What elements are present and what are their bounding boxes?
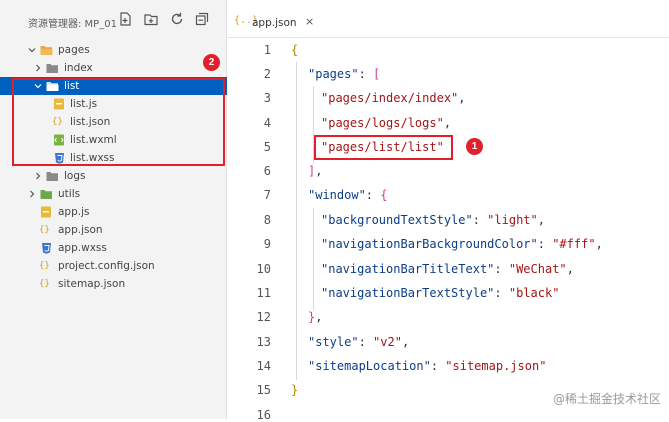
tree-item-utils[interactable]: utils: [0, 185, 227, 203]
line-number: 8: [263, 213, 271, 227]
code-line: "navigationBarTitleText": "WeChat",: [321, 262, 574, 276]
code-line: "window": {: [308, 188, 388, 202]
line-number: 11: [256, 286, 271, 300]
line-number: 1: [263, 43, 271, 57]
indent-guide: [313, 208, 314, 310]
code-line: "navigationBarTextStyle": "black": [321, 286, 560, 300]
code-line: "pages/logs/logs",: [321, 116, 452, 130]
wxss-file-icon: [42, 243, 51, 254]
tree-item-app-js[interactable]: app.js: [0, 203, 227, 221]
tree-item-pages[interactable]: pages: [0, 41, 227, 59]
tab-label: app.json: [252, 17, 297, 29]
line-number: 6: [263, 164, 271, 178]
editor-panel: {..} app.json ×: [227, 0, 669, 419]
line-number: 5: [263, 140, 271, 154]
chevron-right-icon: [36, 64, 41, 72]
annotation-box-list-folder: [12, 78, 225, 166]
line-number: 3: [263, 91, 271, 105]
annotation-badge-2: 2: [203, 54, 220, 71]
chevron-right-icon: [36, 172, 41, 180]
line-number: 4: [263, 116, 271, 130]
json-file-icon: {}: [39, 279, 50, 289]
explorer-header: 资源管理器: MP_01: [0, 8, 227, 32]
code-line: "backgroundTextStyle": "light",: [321, 213, 545, 227]
code-line: "pages": [: [308, 67, 381, 81]
watermark: @稀土掘金技术社区: [552, 392, 661, 406]
close-icon[interactable]: ×: [305, 15, 314, 28]
line-number: 16: [256, 408, 271, 422]
collapse-all-icon[interactable]: [193, 10, 211, 28]
annotation-badge-1: 1: [466, 138, 483, 155]
line-number: 12: [256, 310, 271, 324]
editor-tabbar: {..} app.json ×: [227, 11, 669, 38]
code-line: "sitemapLocation": "sitemap.json": [308, 359, 547, 373]
chevron-down-icon: [28, 48, 36, 53]
tab-app-json[interactable]: {..} app.json ×: [227, 11, 319, 37]
json-file-icon: {}: [39, 225, 50, 235]
code-line: ],: [308, 164, 323, 178]
code-line: "style": "v2",: [308, 335, 410, 349]
code-line: "navigationBarBackgroundColor": "#fff",: [321, 237, 603, 251]
tree-item-sitemap-json[interactable]: {} sitemap.json: [0, 275, 227, 293]
code-line: {: [291, 43, 299, 57]
line-number: 13: [256, 335, 271, 349]
folder-icon: [46, 172, 58, 181]
code-line: "pages/index/index",: [321, 91, 466, 105]
tree-item-index[interactable]: index: [0, 59, 227, 77]
line-number: 15: [256, 383, 271, 397]
code-line: }: [291, 383, 299, 397]
folder-icon: [40, 190, 52, 199]
new-folder-icon[interactable]: [142, 10, 160, 28]
tree-item-project-config-json[interactable]: {} project.config.json: [0, 257, 227, 275]
tree-item-app-wxss[interactable]: app.wxss: [0, 239, 227, 257]
code-line: },: [308, 310, 323, 324]
folder-open-icon: [40, 46, 53, 55]
line-number: 2: [263, 67, 271, 81]
explorer-panel: 资源管理器: MP_01 pages index list list.js {}…: [0, 0, 227, 419]
tree-item-logs[interactable]: logs: [0, 167, 227, 185]
folder-icon: [46, 64, 58, 73]
line-number: 10: [256, 262, 271, 276]
chevron-right-icon: [30, 190, 35, 198]
indent-guide: [296, 62, 297, 380]
refresh-icon[interactable]: [168, 10, 186, 28]
annotation-box-list-path: [314, 135, 453, 160]
new-file-icon[interactable]: [116, 10, 134, 28]
tree-item-app-json[interactable]: {} app.json: [0, 221, 227, 239]
line-number: 14: [256, 359, 271, 373]
explorer-title: 资源管理器: MP_01: [28, 19, 117, 30]
json-file-icon: {}: [39, 261, 50, 271]
js-file-icon: [41, 206, 51, 218]
line-number: 7: [263, 188, 271, 202]
line-number: 9: [263, 237, 271, 251]
